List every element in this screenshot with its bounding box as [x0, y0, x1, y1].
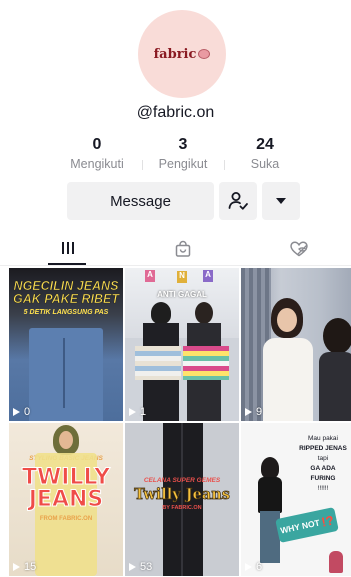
- video-thumbnail[interactable]: NGECILIN JEANS GAK PAKE RIBET 5 DETIK LA…: [9, 268, 123, 421]
- video-subtitle: BY FABRIC.ON: [162, 505, 202, 511]
- jeans-image: [29, 328, 103, 421]
- video-thumbnail[interactable]: 9: [241, 268, 351, 421]
- person-hair: [261, 457, 279, 479]
- stat-following[interactable]: 0 Mengikuti: [62, 136, 132, 171]
- username: @fabric.on: [136, 104, 215, 121]
- view-count: 15: [13, 561, 36, 573]
- video-grid: NGECILIN JEANS GAK PAKE RIBET 5 DETIK LA…: [9, 268, 351, 577]
- yarn-ball-icon: [198, 49, 211, 59]
- stat-divider: [142, 160, 143, 170]
- video-title: TWILLY JEANS: [22, 465, 111, 512]
- person-body: [258, 477, 282, 513]
- jeans-seam: [63, 338, 65, 408]
- video-thumbnail[interactable]: STYLING BASIC JEANS TWILLY JEANS FROM FA…: [9, 423, 123, 576]
- view-count: 6: [245, 561, 262, 573]
- play-icon: [13, 563, 20, 571]
- shopping-bag-icon: [175, 240, 190, 257]
- video-subtitle: FROM FABRIC.ON: [39, 516, 93, 522]
- video-subtitle: CELANA SUPER GEMES: [143, 477, 221, 484]
- video-title: ANTI GAGAL: [157, 290, 207, 299]
- stat-likes[interactable]: 24 Suka: [230, 136, 300, 171]
- video-thumbnail[interactable]: Mau pakai RIPPED JENAS tapi GA ADA FURIN…: [241, 423, 351, 576]
- profile-stats: 0 Mengikuti 3 Pengikut 24 Suka: [0, 136, 351, 176]
- view-count: 1: [129, 406, 146, 418]
- caret-down-icon: [276, 198, 286, 204]
- grid-icon: [61, 242, 74, 254]
- video-thumbnail[interactable]: A N A ANTI GAGAL 1: [125, 268, 239, 421]
- folded-pants-stack: [135, 346, 181, 380]
- view-count: 9: [245, 406, 262, 418]
- person-face: [277, 308, 297, 332]
- folded-pants-stack: [183, 346, 229, 380]
- video-caption: Mau pakai RIPPED JENAS tapi GA ADA FURIN…: [299, 435, 347, 492]
- view-count: 53: [129, 561, 152, 573]
- hidden-heart-icon: [289, 241, 308, 257]
- why-not-badge: WHY NOT !?: [275, 507, 339, 543]
- play-icon: [129, 563, 136, 571]
- play-icon: [129, 408, 136, 416]
- tab-liked[interactable]: [240, 240, 351, 266]
- person-body: [319, 352, 351, 421]
- video-subtitle: 5 DETIK LANGSUNG PAS: [23, 309, 109, 316]
- person-head: [195, 302, 213, 324]
- following-button[interactable]: [219, 182, 257, 220]
- play-icon: [245, 563, 252, 571]
- active-tab-indicator: [48, 263, 86, 265]
- video-title: NGECILIN JEANS GAK PAKE RIBET: [12, 279, 120, 306]
- person-head: [151, 302, 171, 324]
- message-button[interactable]: Message: [67, 182, 214, 220]
- play-icon: [13, 408, 20, 416]
- view-count: 0: [13, 406, 30, 418]
- person-face: [59, 431, 73, 449]
- avatar[interactable]: fabric: [138, 10, 226, 98]
- person-check-icon: [228, 192, 248, 210]
- video-thumbnail[interactable]: CELANA SUPER GEMES Twilly Jeans BY FABRI…: [125, 423, 239, 576]
- plant-decoration: [329, 551, 343, 573]
- profile-tabs: [0, 236, 351, 266]
- more-options-button[interactable]: [262, 182, 300, 220]
- stat-followers[interactable]: 3 Pengikut: [148, 136, 218, 171]
- brand-logo: fabric: [154, 47, 211, 62]
- person-hair: [323, 318, 351, 354]
- play-icon: [245, 408, 252, 416]
- person-body: [263, 338, 313, 421]
- stat-divider: [224, 160, 225, 170]
- video-title: Twilly Jeans: [134, 486, 231, 504]
- tab-shop[interactable]: [124, 240, 241, 266]
